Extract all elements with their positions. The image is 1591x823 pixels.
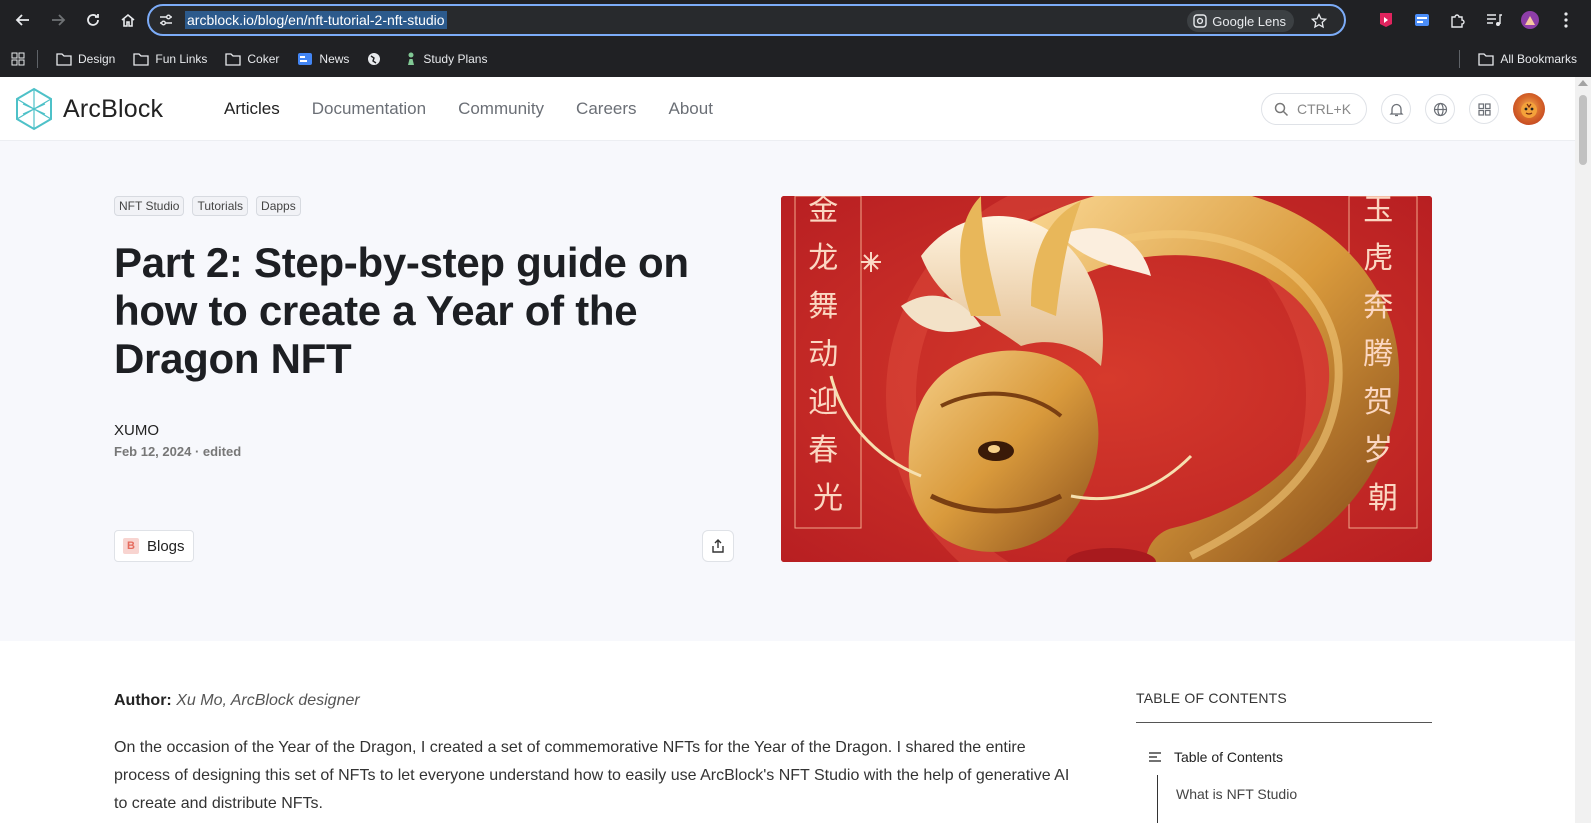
article-title: Part 2: Step-by-step guide on how to cre…	[114, 239, 689, 382]
google-lens-button[interactable]: Google Lens	[1187, 10, 1294, 32]
bookmark-star-button[interactable]	[1308, 10, 1330, 32]
puzzle-icon[interactable]	[1447, 9, 1469, 31]
folder-icon	[1478, 52, 1494, 66]
all-bookmarks-divider	[1459, 49, 1461, 68]
star-icon	[1311, 13, 1327, 29]
folder-icon	[225, 52, 242, 66]
post-date: Feb 12, 2024 · edited	[114, 444, 242, 459]
bell-icon	[1388, 103, 1404, 116]
tag-list: NFT Studio Tutorials Dapps	[114, 196, 301, 216]
nav-documentation[interactable]: Documentation	[312, 99, 426, 119]
dragon-illustration: 金 龙 舞 动 迎 春 光 玉 虎 奔 腾 贺 岁 朝	[781, 196, 1432, 562]
author-credit: Author: Xu Mo, ArcBlock designer	[114, 692, 360, 710]
extension-red-icon[interactable]	[1375, 9, 1397, 31]
toc-divider	[1136, 722, 1432, 723]
folder-icon	[56, 52, 72, 66]
bookmarks-divider	[37, 49, 38, 68]
tiger-avatar-icon	[1521, 102, 1537, 118]
share-button[interactable]	[702, 530, 734, 562]
site-header: ArcBlock Articles Documentation Communit…	[0, 77, 1575, 141]
nav-about[interactable]: About	[669, 99, 713, 119]
blog-badge-icon: B	[123, 538, 139, 554]
nav-careers[interactable]: Careers	[576, 99, 636, 119]
author-prefix: Author:	[114, 692, 172, 709]
toc-heading: TABLE OF CONTENTS	[1136, 690, 1287, 706]
media-control-icon[interactable]	[1483, 9, 1505, 31]
apps-grid-button[interactable]	[11, 46, 25, 72]
language-button[interactable]	[1425, 94, 1455, 124]
search-shortcut: CTRL+K	[1297, 101, 1352, 117]
google-news-icon	[298, 52, 313, 65]
grid-icon	[1477, 102, 1491, 116]
toc-title-label: Table of Contents	[1174, 749, 1283, 765]
scroll-up-icon[interactable]	[1578, 80, 1588, 86]
arcblock-cube-icon	[16, 87, 52, 131]
header-actions: CTRL+K	[1261, 93, 1545, 125]
page-scrollbar[interactable]	[1575, 77, 1591, 823]
toc-item-what-is-nft-studio[interactable]: What is NFT Studio	[1176, 786, 1297, 802]
extensions-area	[1375, 0, 1591, 40]
bookmark-fun-links[interactable]: Fun Links	[133, 46, 207, 72]
profile-avatar-icon[interactable]	[1519, 9, 1541, 31]
main-nav: Articles Documentation Community Careers…	[224, 77, 713, 141]
search-icon	[1274, 102, 1289, 116]
author-name[interactable]: XUMO	[114, 422, 159, 439]
logo-text: ArcBlock	[63, 94, 164, 123]
apps-button[interactable]	[1469, 94, 1499, 124]
toc-indent-line	[1157, 775, 1158, 823]
tag-dapps[interactable]: Dapps	[256, 196, 301, 216]
tag-nft-studio[interactable]: NFT Studio	[114, 196, 185, 216]
bookmark-news[interactable]: News	[297, 46, 349, 72]
forward-button[interactable]	[46, 8, 70, 32]
back-button[interactable]	[11, 8, 35, 32]
chess-pawn-icon	[408, 52, 415, 65]
arrow-right-icon	[52, 14, 66, 26]
globe-icon	[1433, 102, 1447, 116]
menu-dots-icon[interactable]	[1555, 9, 1577, 31]
bookmark-study-plans[interactable]: Study Plans	[405, 46, 487, 72]
folder-icon	[133, 52, 150, 66]
article-hero: NFT Studio Tutorials Dapps Part 2: Step-…	[0, 141, 1575, 641]
browser-toolbar: arcblock.io/blog/en/nft-tutorial-2-nft-s…	[0, 0, 1591, 40]
notifications-button[interactable]	[1381, 94, 1411, 124]
dragon-cover-image: 金 龙 舞 动 迎 春 光 玉 虎 奔 腾 贺 岁 朝	[781, 196, 1432, 562]
all-bookmarks[interactable]: All Bookmarks	[1459, 40, 1577, 77]
bookmarks-bar: Design Fun Links Coker News Study Plans …	[0, 40, 1591, 77]
extension-blue-icon[interactable]	[1411, 9, 1433, 31]
globe-icon	[368, 52, 381, 65]
author-value: Xu Mo, ArcBlock designer	[176, 692, 360, 709]
site-settings-icon[interactable]	[157, 11, 175, 29]
blogs-label: Blogs	[147, 537, 185, 555]
home-button[interactable]	[116, 8, 140, 32]
lens-icon	[1193, 14, 1207, 28]
url-text[interactable]: arcblock.io/blog/en/nft-tutorial-2-nft-s…	[185, 11, 447, 29]
address-bar[interactable]: arcblock.io/blog/en/nft-tutorial-2-nft-s…	[147, 4, 1346, 36]
all-bookmarks-label: All Bookmarks	[1500, 51, 1577, 66]
bookmark-design[interactable]: Design	[56, 46, 115, 72]
intro-paragraph: On the occasion of the Year of the Drago…	[114, 739, 1070, 812]
google-lens-label: Google Lens	[1212, 13, 1286, 29]
arcblock-logo[interactable]: ArcBlock	[15, 87, 163, 131]
search-button[interactable]: CTRL+K	[1261, 93, 1367, 125]
blogs-chip[interactable]: B Blogs	[114, 530, 194, 562]
user-avatar[interactable]	[1513, 93, 1545, 125]
bookmark-coker[interactable]: Coker	[225, 46, 279, 72]
nav-community[interactable]: Community	[458, 99, 544, 119]
arrow-left-icon	[15, 14, 29, 26]
tag-tutorials[interactable]: Tutorials	[192, 196, 249, 216]
share-icon	[712, 539, 724, 553]
list-icon	[1149, 752, 1161, 762]
apps-grid-icon	[11, 52, 25, 65]
scrollbar-thumb[interactable]	[1579, 95, 1587, 165]
home-icon	[121, 13, 135, 27]
toc-title[interactable]: Table of Contents	[1148, 749, 1283, 765]
reload-button[interactable]	[81, 8, 105, 32]
reload-icon	[87, 14, 99, 26]
nav-articles[interactable]: Articles	[224, 99, 280, 119]
bookmark-globe[interactable]	[367, 46, 387, 72]
